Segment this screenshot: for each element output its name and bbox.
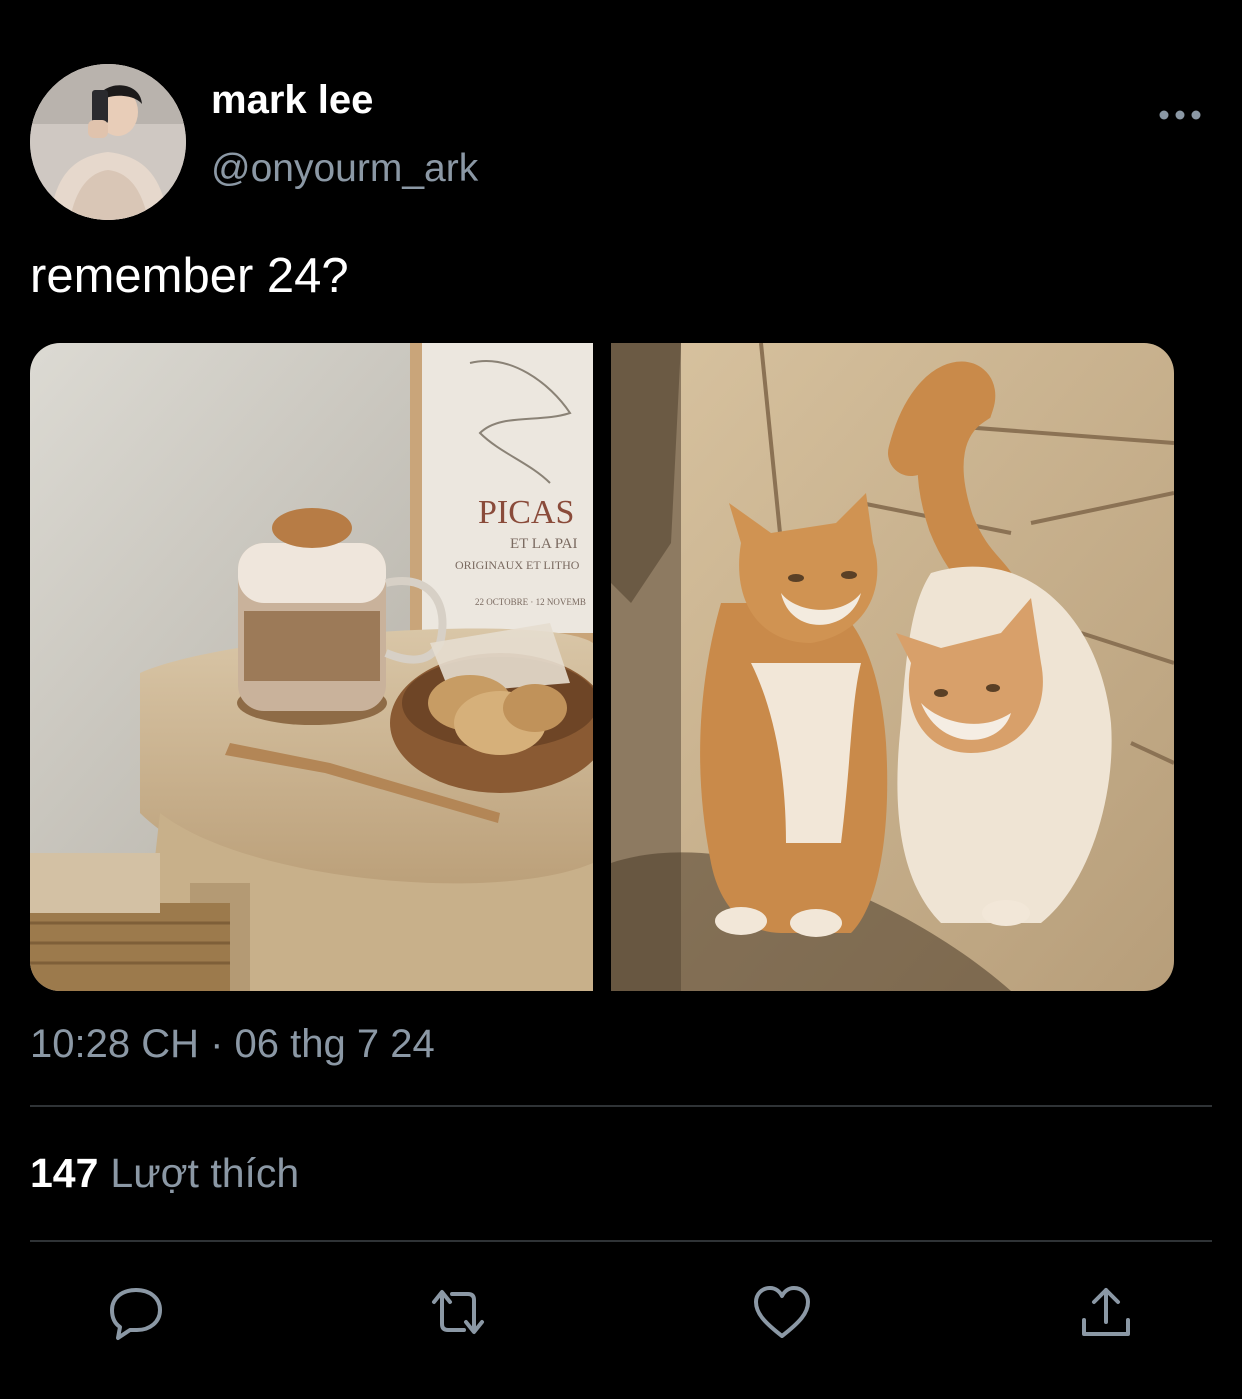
author-handle[interactable]: @onyourm_ark [211,147,478,191]
reply-icon[interactable] [104,1280,168,1344]
divider [30,1240,1212,1242]
tweet-timestamp[interactable]: 10:28 CH · 06 thg 7 24 [30,1022,435,1067]
svg-text:22 OCTOBRE · 12 NOVEMB: 22 OCTOBRE · 12 NOVEMB [475,597,586,607]
author-display-name[interactable]: mark lee [211,78,373,123]
media-grid: PICAS ET LA PAI ORIGINAUX ET LITHO 22 OC… [30,343,1174,991]
share-icon[interactable] [1074,1280,1138,1344]
likes-label: Lượt thích [110,1150,300,1196]
likes-count: 147 [30,1150,99,1196]
likes-summary[interactable]: 147 Lượt thích [30,1150,299,1197]
photo-coffee-cookies[interactable]: PICAS ET LA PAI ORIGINAUX ET LITHO 22 OC… [30,343,593,991]
heart-icon[interactable] [750,1280,814,1344]
svg-text:ORIGINAUX ET LITHO: ORIGINAUX ET LITHO [455,558,580,572]
avatar[interactable] [30,64,186,220]
retweet-icon[interactable] [426,1280,490,1344]
divider [30,1105,1212,1107]
svg-text:PICAS: PICAS [478,494,574,531]
photo-two-cats[interactable] [611,343,1174,991]
more-options-icon[interactable] [1154,100,1206,130]
tweet-text: remember 24? [30,249,349,303]
svg-text:ET LA PAI: ET LA PAI [510,536,578,552]
